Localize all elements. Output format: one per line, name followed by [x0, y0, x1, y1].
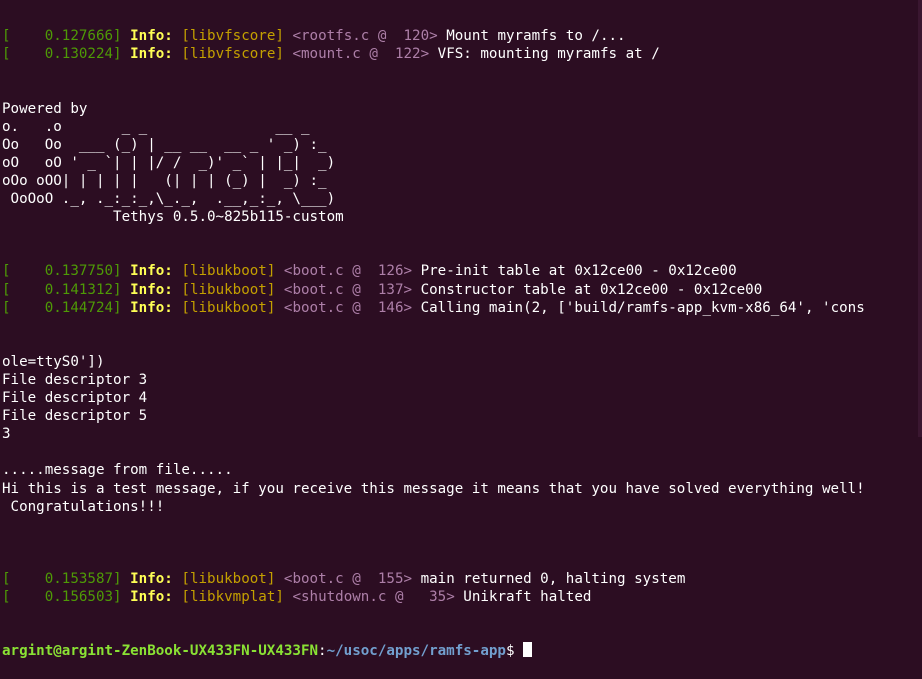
log-location: <mount.c @ 122> — [292, 46, 430, 63]
log-space — [284, 589, 293, 605]
log-line: [ 0.141312] Info: [libukboot] <boot.c @ … — [2, 281, 922, 299]
terminal-scrollbar[interactable] — [918, 0, 922, 437]
log-message: Mount myramfs to /... — [437, 28, 626, 45]
log-bracket-close: ] — [113, 263, 131, 280]
program-output: ole=ttyS0']) File descriptor 3 File descri… — [2, 353, 922, 534]
terminal-output[interactable]: [ 0.127666] Info: [libvfscore] <rootfs.c… — [2, 0, 922, 659]
log-level: Info: — [130, 263, 173, 280]
log-bracket-open: [ — [2, 299, 11, 316]
log-bracket-open: [ — [2, 589, 11, 606]
log-space — [275, 282, 284, 298]
log-space — [275, 263, 284, 279]
output-line: File descriptor 3 — [2, 371, 148, 388]
log-bracket-close: ] — [113, 589, 131, 606]
prompt-separator: : — [318, 643, 327, 660]
log-level: Info: — [130, 589, 173, 606]
banner-line: o. .o _ _ __ _ — [2, 118, 310, 135]
log-library: [libkvmplat] — [181, 589, 284, 606]
log-location: <boot.c @ 137> — [283, 281, 413, 298]
log-location: <boot.c @ 126> — [283, 263, 413, 280]
log-library: [libukboot] — [181, 263, 276, 280]
log-bracket-close: ] — [113, 281, 131, 298]
banner-line: oOo oOO| | | | | (| | | (_) | _) :_ — [2, 172, 327, 189]
log-section-halt: [ 0.153587] Info: [libukboot] <boot.c @ … — [2, 570, 922, 606]
log-library: [libukboot] — [181, 281, 276, 298]
prompt-user-host: argint@argint-ZenBook-UX433FN-UX433FN — [2, 643, 319, 660]
banner-line: Oo Oo ___ (_) | __ __ __ _ ' _) :_ — [2, 136, 327, 153]
log-bracket-open: [ — [2, 28, 11, 45]
log-bracket-close: ] — [113, 571, 131, 587]
log-library: [libvfscore] — [181, 28, 284, 45]
log-location: <boot.c @ 155> — [283, 571, 413, 587]
log-bracket-close: ] — [113, 299, 131, 316]
log-bracket-close: ] — [113, 46, 131, 63]
log-timestamp: 0.144724 — [10, 299, 114, 316]
log-message: main returned 0, halting system — [412, 571, 686, 587]
log-bracket-open: [ — [2, 46, 11, 63]
log-location: <rootfs.c @ 120> — [292, 28, 438, 45]
log-timestamp: 0.137750 — [10, 263, 114, 280]
log-line: [ 0.153587] Info: [libukboot] <boot.c @ … — [2, 570, 922, 588]
log-line: [ 0.156503] Info: [libkvmplat] <shutdown… — [2, 588, 922, 606]
log-library: [libukboot] — [181, 571, 276, 587]
log-space — [173, 571, 182, 587]
output-line: Congratulations!!! — [2, 498, 165, 515]
prompt-path: ~/usoc/apps/ramfs-app — [326, 643, 506, 660]
unikraft-banner: Powered by o. .o _ _ __ _ Oo Oo ___ (_) | … — [2, 100, 922, 227]
log-message: Pre-init table at 0x12ce00 - 0x12ce00 — [412, 263, 737, 280]
log-level: Info: — [130, 46, 173, 63]
log-section-boot: [ 0.137750] Info: [libukboot] <boot.c @ … — [2, 262, 922, 316]
banner-line: Tethys 0.5.0~825b115-custom — [2, 209, 344, 226]
log-bracket-open: [ — [2, 281, 11, 298]
log-timestamp: 0.156503 — [10, 589, 114, 606]
log-space — [173, 589, 182, 605]
output-line: Hi this is a test message, if you receiv… — [2, 480, 865, 497]
log-timestamp: 0.141312 — [10, 281, 114, 298]
log-library: [libvfscore] — [181, 46, 284, 63]
log-bracket-open: [ — [2, 571, 11, 587]
log-level: Info: — [130, 281, 173, 298]
log-timestamp: 0.130224 — [10, 46, 114, 63]
log-section-top: [ 0.127666] Info: [libvfscore] <rootfs.c… — [2, 27, 922, 63]
prompt-suffix: $ — [505, 643, 524, 660]
log-location: <boot.c @ 146> — [283, 299, 413, 316]
log-level: Info: — [130, 299, 173, 316]
shell-prompt-line[interactable]: argint@argint-ZenBook-UX433FN-UX433FN:~/… — [2, 642, 922, 660]
log-message: VFS: mounting myramfs at / — [429, 46, 660, 63]
log-library: [libukboot] — [181, 299, 276, 316]
log-message: Constructor table at 0x12ce00 - 0x12ce00 — [412, 281, 763, 298]
output-line: ole=ttyS0']) — [2, 353, 105, 370]
log-space — [275, 571, 284, 587]
banner-line: Powered by — [2, 100, 88, 117]
banner-line: oO oO ' _ `| | |/ / _)' _` | |_| _) — [2, 154, 336, 171]
log-message: Unikraft halted — [454, 589, 592, 606]
log-bracket-close: ] — [113, 28, 131, 45]
log-line: [ 0.130224] Info: [libvfscore] <mount.c … — [2, 45, 922, 63]
log-level: Info: — [130, 571, 173, 587]
log-message: Calling main(2, ['build/ramfs-app_kvm-x8… — [412, 299, 865, 316]
log-line: [ 0.144724] Info: [libukboot] <boot.c @ … — [2, 299, 922, 317]
text-cursor[interactable] — [523, 642, 533, 658]
log-timestamp: 0.127666 — [10, 28, 114, 45]
output-line: File descriptor 4 — [2, 390, 148, 407]
banner-line: OoOoO ._, ._:_:_,\_._, .__,_:_, \___) — [2, 191, 336, 208]
output-line: .....message from file..... — [2, 462, 233, 479]
log-line: [ 0.137750] Info: [libukboot] <boot.c @ … — [2, 262, 922, 280]
log-line: [ 0.127666] Info: [libvfscore] <rootfs.c… — [2, 27, 922, 45]
log-location: <shutdown.c @ 35> — [292, 589, 455, 606]
log-bracket-open: [ — [2, 263, 11, 280]
log-level: Info: — [130, 28, 173, 45]
log-timestamp: 0.153587 — [10, 571, 114, 587]
log-space — [275, 300, 284, 316]
output-line: File descriptor 5 — [2, 408, 148, 425]
output-line: 3 — [2, 426, 11, 443]
